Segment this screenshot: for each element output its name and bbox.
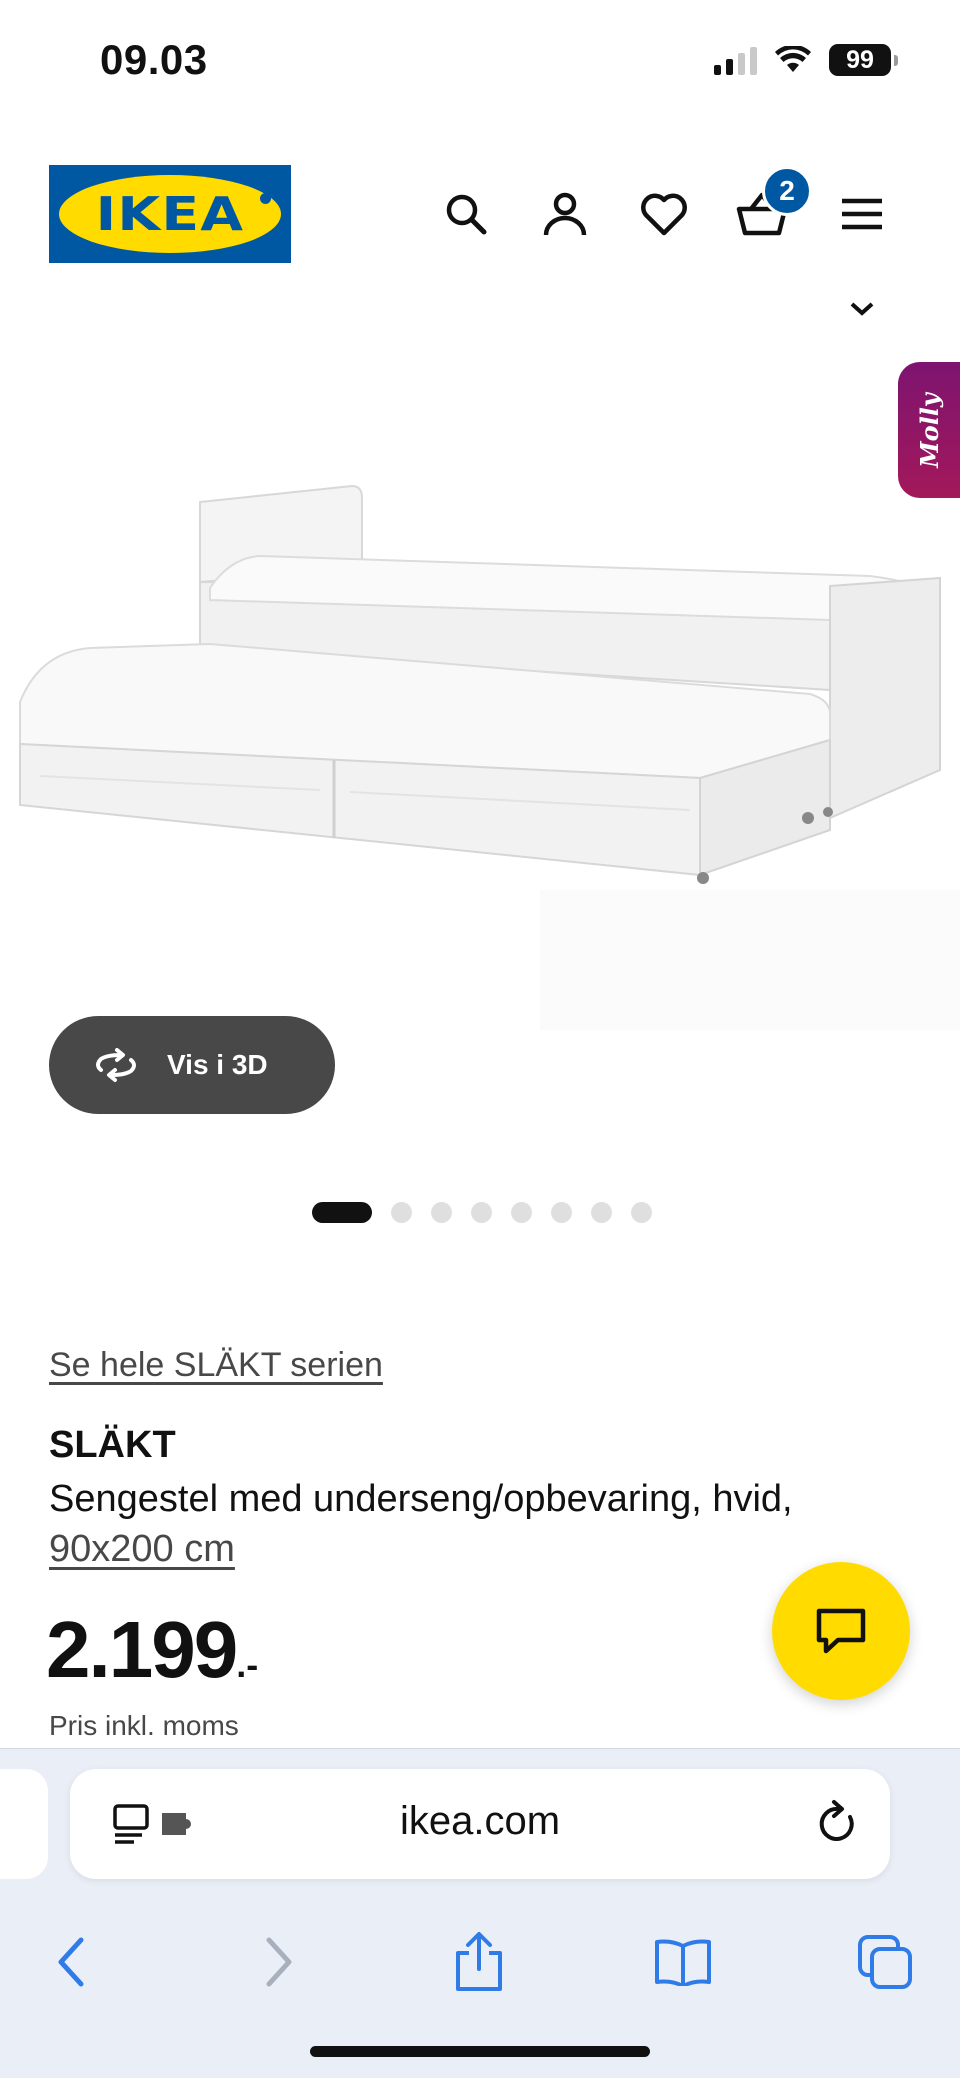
bed-image xyxy=(19,484,960,1030)
battery-level: 99 xyxy=(829,44,891,76)
address-bar[interactable]: ikea.com xyxy=(70,1769,890,1879)
status-time: 09.03 xyxy=(100,36,208,83)
status-bar: 09.03 99 xyxy=(0,0,960,120)
user-icon[interactable] xyxy=(535,184,595,244)
bookmarks-button[interactable] xyxy=(648,1927,718,1997)
image-carousel-dots xyxy=(312,1202,652,1223)
view-in-3d-button[interactable]: Vis i 3D xyxy=(49,1016,335,1114)
price-value: 2.199 xyxy=(46,1605,238,1694)
share-button[interactable] xyxy=(444,1927,514,1997)
carousel-dot[interactable] xyxy=(471,1202,492,1223)
carousel-dot[interactable] xyxy=(551,1202,572,1223)
ikea-logo[interactable]: IKEA xyxy=(49,165,291,263)
tabs-button[interactable] xyxy=(850,1927,920,1997)
carousel-dot[interactable] xyxy=(391,1202,412,1223)
series-link[interactable]: Se hele SLÄKT serien xyxy=(49,1346,383,1385)
chat-bubble-icon xyxy=(816,1608,866,1654)
reload-button[interactable] xyxy=(816,1799,860,1852)
share-icon xyxy=(456,1932,502,1991)
previous-tab-card[interactable] xyxy=(0,1769,48,1879)
tabs-icon xyxy=(858,1935,912,1989)
product-name: SLÄKT xyxy=(49,1424,176,1466)
carousel-dot[interactable] xyxy=(431,1202,452,1223)
back-button[interactable] xyxy=(36,1927,106,1997)
logo-text: IKEA xyxy=(95,187,245,241)
carousel-dot[interactable] xyxy=(631,1202,652,1223)
heart-icon[interactable] xyxy=(634,184,694,244)
carousel-dot[interactable] xyxy=(511,1202,532,1223)
product-image[interactable] xyxy=(0,330,960,1030)
browser-nav-toolbar xyxy=(0,1909,960,2009)
menu-icon[interactable] xyxy=(832,184,892,244)
wifi-icon xyxy=(775,46,811,72)
product-description-text: Sengestel med underseng/opbevaring, hvid… xyxy=(49,1478,793,1520)
carousel-dot[interactable] xyxy=(591,1202,612,1223)
price-note: Pris inkl. moms xyxy=(49,1710,239,1741)
cellular-signal-icon xyxy=(714,45,757,75)
site-header: IKEA xyxy=(0,160,960,272)
rotate-3d-icon xyxy=(96,1048,136,1082)
url-text: ikea.com xyxy=(399,1799,561,1843)
product-description: Sengestel med underseng/opbevaring, hvid… xyxy=(49,1474,889,1574)
back-icon xyxy=(58,1937,84,1987)
home-indicator[interactable] xyxy=(310,2046,650,2057)
search-icon[interactable] xyxy=(436,184,496,244)
forward-icon xyxy=(266,1937,292,1987)
battery-icon: 99 xyxy=(829,44,898,76)
price-suffix: .- xyxy=(236,1644,259,1685)
size-link[interactable]: 90x200 cm xyxy=(49,1528,235,1570)
carousel-dot-active[interactable] xyxy=(312,1202,372,1223)
status-indicators: 99 xyxy=(714,44,898,76)
browser-toolbar: ikea.com xyxy=(0,1748,960,2078)
reload-icon xyxy=(819,1800,854,1841)
chevron-down-icon[interactable] xyxy=(848,300,876,318)
view-in-3d-label: Vis i 3D xyxy=(167,1049,268,1080)
forward-button[interactable] xyxy=(244,1927,314,1997)
product-price: 2.199 .- xyxy=(46,1604,258,1696)
chat-button[interactable] xyxy=(772,1562,910,1700)
cart-count-badge: 2 xyxy=(762,166,812,216)
bookmarks-icon xyxy=(655,1939,711,1986)
